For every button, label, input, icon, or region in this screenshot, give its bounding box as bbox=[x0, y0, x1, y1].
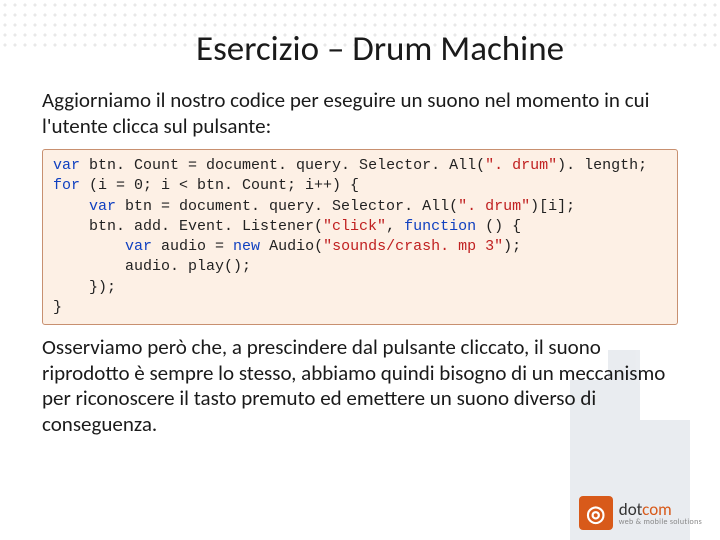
code-token: new bbox=[233, 238, 260, 255]
code-token: function bbox=[404, 218, 476, 235]
code-token: )[i]; bbox=[530, 198, 575, 215]
code-token: var bbox=[53, 238, 152, 255]
code-token: ); bbox=[503, 238, 521, 255]
code-token: , bbox=[386, 218, 404, 235]
code-token: btn. Count = document. query. Selector. … bbox=[80, 157, 485, 174]
code-token: audio = bbox=[152, 238, 233, 255]
code-token: ). length; bbox=[557, 157, 647, 174]
code-token: var bbox=[53, 198, 116, 215]
code-block: var btn. Count = document. query. Select… bbox=[42, 149, 678, 325]
intro-text: Aggiorniamo il nostro codice per eseguir… bbox=[42, 88, 678, 139]
code-token: () { bbox=[476, 218, 521, 235]
code-token: for bbox=[53, 177, 80, 194]
logo-text: dotcom bbox=[619, 501, 702, 518]
code-token: "click" bbox=[323, 218, 386, 235]
code-token: } bbox=[53, 299, 62, 316]
slide-title: Esercizio – Drum Machine bbox=[42, 28, 678, 70]
outro-text: Osserviamo però che, a prescindere dal p… bbox=[42, 335, 678, 437]
code-token: btn = document. query. Selector. All( bbox=[116, 198, 458, 215]
code-token: Audio( bbox=[260, 238, 323, 255]
logo-icon: ◎ bbox=[579, 496, 613, 530]
code-token: var bbox=[53, 157, 80, 174]
code-token: }); bbox=[53, 279, 116, 296]
footer-logo: ◎ dotcom web & mobile solutions bbox=[579, 496, 702, 530]
code-token: "sounds/crash. mp 3" bbox=[323, 238, 503, 255]
code-token: (i = 0; i < btn. Count; i++) { bbox=[80, 177, 359, 194]
code-token: audio. play(); bbox=[53, 258, 251, 275]
code-token: btn. add. Event. Listener( bbox=[53, 218, 323, 235]
code-token: ". drum" bbox=[458, 198, 530, 215]
code-token: ". drum" bbox=[485, 157, 557, 174]
logo-tagline: web & mobile solutions bbox=[619, 518, 702, 526]
